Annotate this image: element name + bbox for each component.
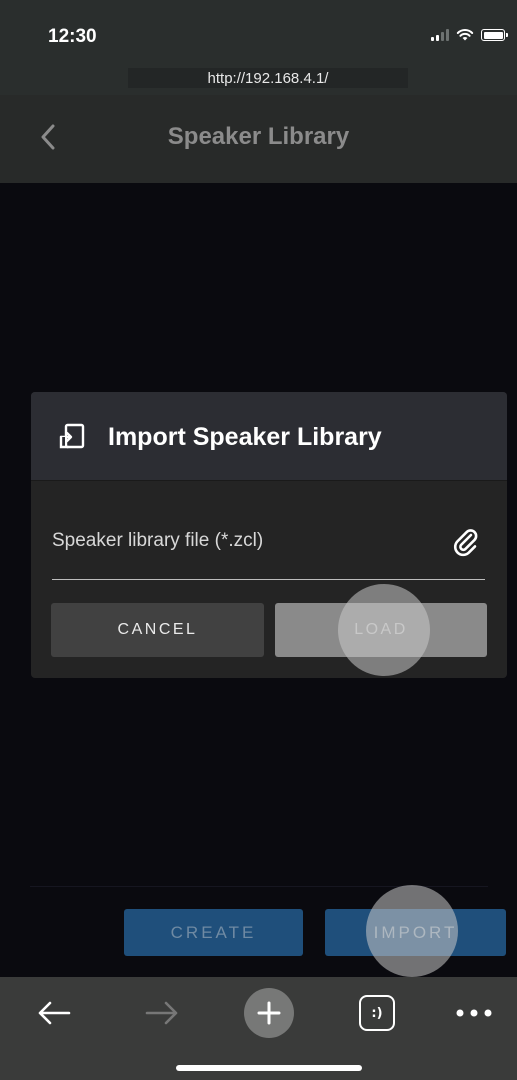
- plus-icon: [244, 988, 294, 1038]
- cellular-signal-icon: [431, 29, 449, 41]
- browser-toolbar: :): [0, 977, 517, 1080]
- divider: [30, 886, 488, 887]
- status-icons: [431, 28, 508, 42]
- tabs-count: :): [359, 995, 395, 1031]
- import-dialog: Import Speaker Library Speaker library f…: [31, 392, 507, 678]
- file-field-label: Speaker library file (*.zcl): [52, 530, 264, 551]
- import-file-icon: [59, 423, 85, 449]
- status-time: 12:30: [48, 26, 97, 47]
- import-button[interactable]: IMPORT: [325, 909, 506, 956]
- speaker-library-file-input[interactable]: Speaker library file (*.zcl): [52, 512, 485, 580]
- dialog-header: Import Speaker Library: [31, 392, 507, 481]
- wifi-icon: [456, 29, 474, 41]
- url-bar[interactable]: http://192.168.4.1/: [128, 68, 408, 88]
- app-header: Speaker Library: [0, 95, 517, 183]
- battery-icon: [481, 29, 508, 41]
- create-button[interactable]: CREATE: [124, 909, 303, 956]
- browser-forward-button[interactable]: [140, 991, 184, 1035]
- cancel-button[interactable]: CANCEL: [51, 603, 264, 657]
- ellipsis-icon: [456, 1009, 492, 1017]
- page-title: Speaker Library: [167, 123, 350, 150]
- load-button[interactable]: LOAD: [275, 603, 487, 657]
- status-bar: 12:30 http://192.168.4.1/: [0, 0, 517, 95]
- home-indicator: [176, 1065, 362, 1071]
- browser-back-button[interactable]: [32, 991, 76, 1035]
- more-button[interactable]: [452, 991, 496, 1035]
- arrow-right-icon: [145, 1001, 178, 1025]
- tabs-button[interactable]: :): [357, 991, 397, 1035]
- arrow-left-icon: [38, 1001, 71, 1025]
- paperclip-icon[interactable]: [451, 526, 479, 558]
- new-tab-button[interactable]: [244, 988, 294, 1038]
- dialog-title: Import Speaker Library: [108, 423, 382, 451]
